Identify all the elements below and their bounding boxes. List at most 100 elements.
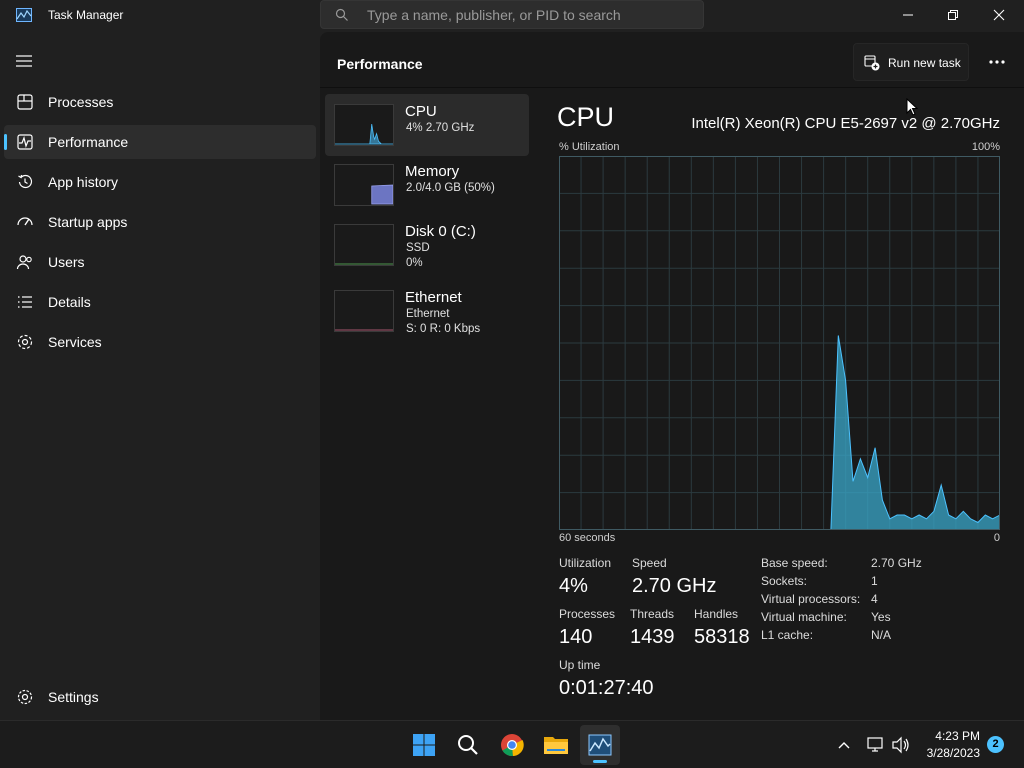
processes-icon: [17, 94, 33, 110]
detail-title: CPU: [557, 102, 615, 132]
sidebar-item-startup-apps[interactable]: Startup apps: [4, 205, 316, 239]
start-button[interactable]: [404, 725, 444, 765]
resource-item-ethernet[interactable]: Ethernet Ethernet S: 0 R: 0 Kbps: [325, 282, 529, 344]
more-options-icon[interactable]: [982, 50, 1012, 74]
sidebar-item-label: Services: [48, 334, 102, 350]
handles-label: Handles: [694, 607, 739, 621]
run-new-task-button[interactable]: Run new task: [853, 43, 969, 81]
active-indicator: [4, 134, 7, 150]
utilization-label: Utilization: [559, 556, 612, 570]
speed-value: 2.70 GHz: [632, 575, 717, 597]
minimize-button[interactable]: [885, 0, 931, 30]
performance-icon: [17, 134, 33, 150]
spec-value: 1: [871, 574, 878, 588]
cpu-utilization-graph: [559, 156, 1000, 530]
spec-value: Yes: [871, 610, 891, 624]
processes-value: 140: [559, 626, 593, 648]
sidebar-item-settings[interactable]: Settings: [4, 680, 316, 714]
search-box[interactable]: [320, 0, 704, 29]
speed-label: Speed: [632, 556, 667, 570]
users-icon: [16, 255, 32, 270]
uptime-value: 0:01:27:40: [559, 677, 654, 699]
notification-badge[interactable]: 2: [987, 736, 1004, 753]
spec-value: 4: [871, 592, 878, 606]
search-icon: [335, 8, 348, 21]
mouse-cursor-icon: [906, 98, 918, 116]
task-manager-taskbar-button[interactable]: [580, 725, 620, 765]
resource-detail: Ethernet: [406, 308, 450, 320]
resource-item-cpu[interactable]: CPU 4% 2.70 GHz: [325, 94, 529, 156]
run-task-icon: [864, 55, 880, 71]
resource-name: Memory: [405, 163, 460, 180]
file-explorer-taskbar-button[interactable]: [536, 725, 576, 765]
threads-value: 1439: [630, 626, 675, 648]
resource-detail: 2.0/4.0 GB (50%): [406, 182, 495, 194]
uptime-label: Up time: [559, 658, 601, 672]
chrome-icon: [501, 734, 524, 757]
utilization-value: 4%: [559, 575, 588, 597]
history-icon: [18, 174, 33, 189]
resource-detail: 0%: [406, 257, 423, 269]
search-input[interactable]: [367, 7, 687, 23]
page-title: Performance: [337, 56, 423, 72]
header-divider: [320, 87, 1024, 88]
sidebar-item-details[interactable]: Details: [4, 285, 316, 319]
graph-max-label: 100%: [971, 141, 1000, 153]
search-icon: [458, 735, 478, 755]
sidebar-item-label: Startup apps: [48, 214, 128, 230]
spec-key: Virtual processors:: [761, 592, 861, 606]
processes-label: Processes: [559, 607, 616, 621]
cpu-thumbnail-graph: [334, 104, 394, 146]
sidebar-item-app-history[interactable]: App history: [4, 165, 316, 199]
spec-value: N/A: [871, 628, 892, 642]
close-icon: [993, 9, 1005, 21]
windows-start-icon: [413, 734, 435, 756]
sidebar-item-label: Settings: [48, 689, 99, 705]
details-icon: [18, 296, 32, 308]
hamburger-menu-icon[interactable]: [14, 52, 34, 70]
clock-date[interactable]: 3/28/2023: [927, 746, 980, 760]
ethernet-thumbnail-graph: [334, 290, 394, 332]
chrome-taskbar-button[interactable]: [492, 725, 532, 765]
minimize-icon: [903, 14, 913, 16]
spec-key: L1 cache:: [761, 628, 814, 642]
show-hidden-icons-chevron-up-icon[interactable]: [836, 737, 852, 753]
resource-item-disk[interactable]: Disk 0 (C:) SSD 0%: [325, 216, 529, 278]
resource-detail: SSD: [406, 242, 430, 254]
restore-button[interactable]: [930, 0, 976, 30]
graph-label: % Utilization: [559, 141, 620, 153]
clock-time[interactable]: 4:23 PM: [935, 729, 980, 743]
resource-detail: S: 0 R: 0 Kbps: [406, 323, 481, 335]
sidebar-item-label: Details: [48, 294, 91, 310]
sidebar-item-users[interactable]: Users: [4, 245, 316, 279]
run-task-label: Run new task: [888, 56, 961, 70]
volume-icon[interactable]: [891, 736, 911, 754]
handles-value: 58318: [694, 626, 750, 648]
sidebar-item-processes[interactable]: Processes: [4, 85, 316, 119]
x-axis-end-label: 0: [993, 532, 1000, 544]
app-title: Task Manager: [48, 8, 124, 22]
spec-value: 2.70 GHz: [871, 556, 922, 570]
main-panel: Performance Run new task CPU 4% 2.70 GHz…: [320, 32, 1024, 720]
services-icon: [17, 334, 33, 350]
startup-icon: [17, 217, 33, 226]
close-button[interactable]: [976, 0, 1022, 30]
resource-item-memory[interactable]: Memory 2.0/4.0 GB (50%): [325, 156, 529, 218]
disk-thumbnail-graph: [334, 224, 394, 266]
sidebar-item-performance[interactable]: Performance: [4, 125, 316, 159]
task-manager-icon: [16, 8, 32, 22]
sidebar: Processes Performance App history Startu…: [0, 32, 320, 720]
graph-grid: [559, 156, 1000, 530]
resource-name: Disk 0 (C:): [405, 223, 476, 240]
network-icon[interactable]: [866, 736, 886, 754]
taskbar-search-button[interactable]: [448, 725, 488, 765]
resource-name: Ethernet: [405, 289, 462, 306]
restore-icon: [948, 10, 958, 20]
settings-gear-icon: [17, 689, 33, 705]
sidebar-item-label: App history: [48, 174, 119, 190]
spec-key: Sockets:: [761, 574, 808, 588]
sidebar-item-services[interactable]: Services: [4, 325, 316, 359]
spec-key: Base speed:: [761, 556, 828, 570]
active-app-indicator: [593, 760, 607, 763]
resource-name: CPU: [405, 103, 437, 120]
